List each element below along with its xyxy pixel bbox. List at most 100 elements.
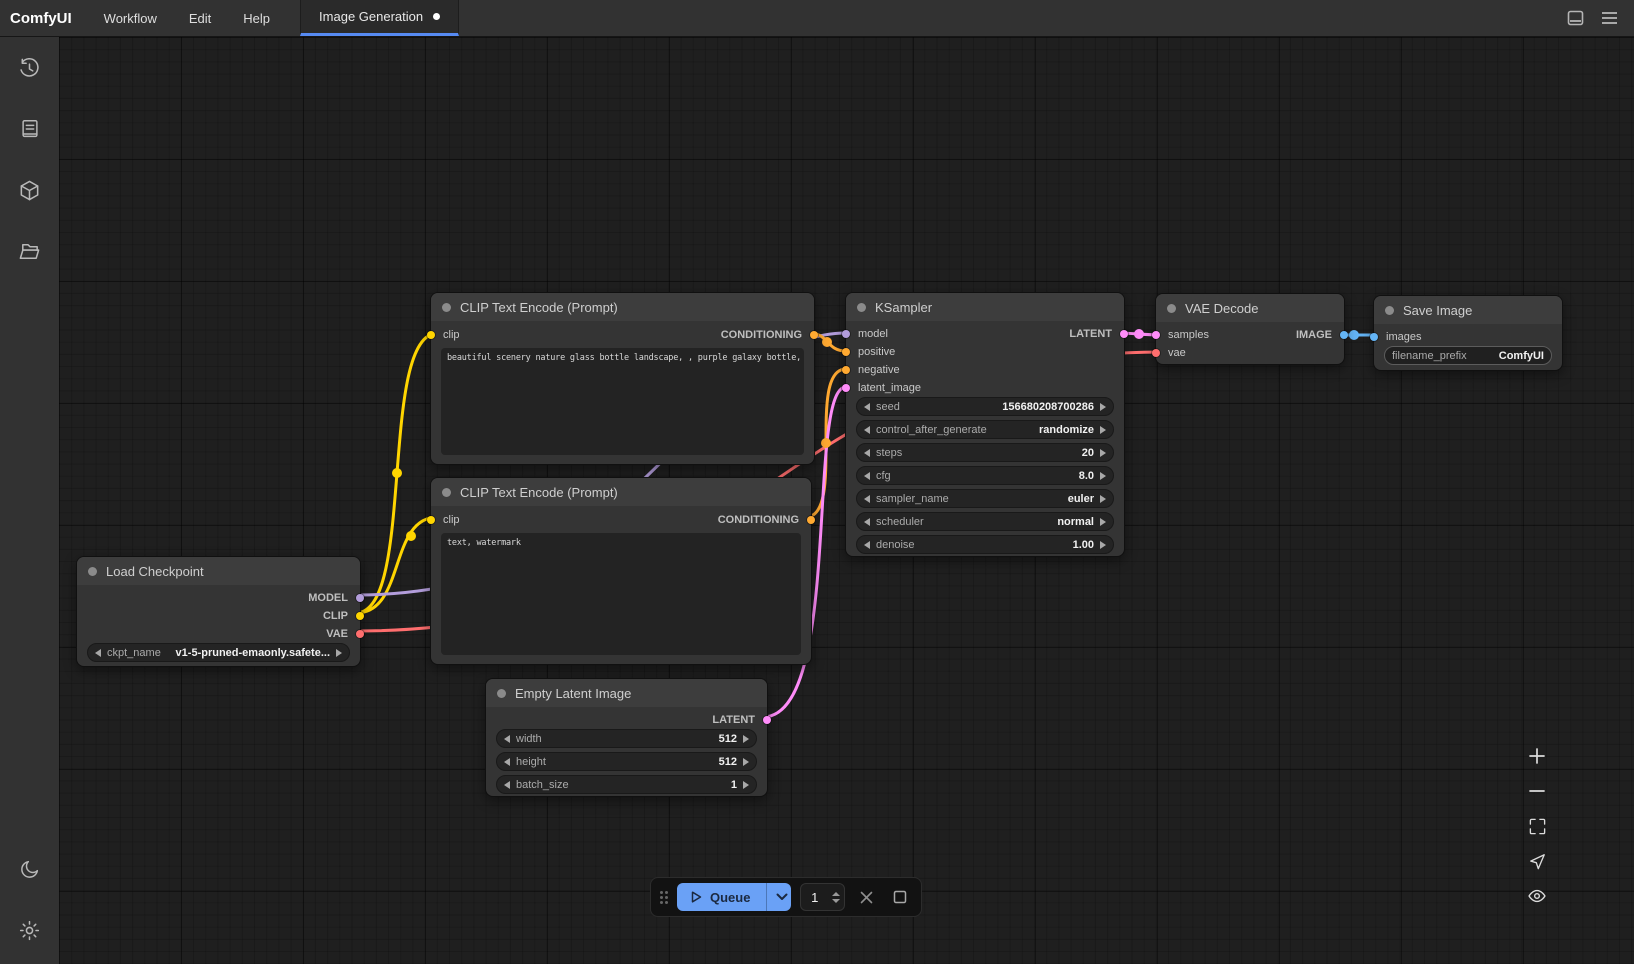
combo-prev-arrow-icon[interactable] xyxy=(95,649,101,657)
bottom-panel-toggle-button[interactable] xyxy=(1558,0,1592,36)
tab-image-generation[interactable]: Image Generation xyxy=(300,0,459,36)
input-port-samples[interactable] xyxy=(1152,331,1160,339)
decrement-arrow-icon[interactable] xyxy=(504,735,510,743)
input-port-model[interactable] xyxy=(842,330,850,338)
increment-arrow-icon[interactable] xyxy=(743,735,749,743)
select-mode-button[interactable] xyxy=(1523,847,1551,875)
combo-next-arrow-icon[interactable] xyxy=(1100,426,1106,434)
app-logo[interactable]: ComfyUI xyxy=(0,0,88,36)
node-clip-text-encode-negative[interactable]: CLIP Text Encode (Prompt) clip CONDITION… xyxy=(430,477,812,665)
widget-filename-prefix[interactable]: filename_prefix ComfyUI xyxy=(1384,346,1552,365)
decrement-arrow-icon[interactable] xyxy=(504,781,510,789)
input-port-images[interactable] xyxy=(1370,333,1378,341)
widget-batch-size[interactable]: batch_size1 xyxy=(496,775,757,794)
increment-arrow-icon[interactable] xyxy=(743,758,749,766)
combo-prev-arrow-icon[interactable] xyxy=(864,495,870,503)
decrement-arrow-icon[interactable] xyxy=(832,899,840,903)
batch-count-spinner[interactable]: 1 xyxy=(800,883,845,911)
output-port-latent[interactable] xyxy=(1120,330,1128,338)
node-header[interactable]: Save Image xyxy=(1374,296,1562,324)
zoom-in-button[interactable] xyxy=(1523,742,1551,770)
node-ksampler[interactable]: KSampler model LATENT positive negative … xyxy=(845,292,1125,557)
menu-workflow[interactable]: Workflow xyxy=(88,0,173,36)
toggle-visibility-button[interactable] xyxy=(1523,882,1551,910)
decrement-arrow-icon[interactable] xyxy=(864,403,870,411)
output-port-clip[interactable] xyxy=(356,612,364,620)
output-port-conditioning[interactable] xyxy=(807,516,815,524)
prompt-textarea[interactable]: text, watermark xyxy=(441,533,801,655)
fit-view-button[interactable] xyxy=(1523,812,1551,840)
stop-button[interactable] xyxy=(887,884,912,910)
increment-arrow-icon[interactable] xyxy=(1100,472,1106,480)
node-header[interactable]: CLIP Text Encode (Prompt) xyxy=(431,478,811,506)
node-load-checkpoint[interactable]: Load Checkpoint MODEL CLIP VAE ckpt_name… xyxy=(76,556,361,667)
increment-arrow-icon[interactable] xyxy=(1100,541,1106,549)
output-port-conditioning[interactable] xyxy=(810,331,818,339)
increment-arrow-icon[interactable] xyxy=(1100,449,1106,457)
widget-height[interactable]: height512 xyxy=(496,752,757,771)
output-port-model[interactable] xyxy=(356,594,364,602)
widget-ckpt-name[interactable]: ckpt_name v1-5-pruned-emaonly.safete... xyxy=(87,643,350,662)
collapse-dot[interactable] xyxy=(1385,306,1394,315)
combo-prev-arrow-icon[interactable] xyxy=(864,426,870,434)
main-menu-button[interactable] xyxy=(1592,0,1626,36)
input-port-clip[interactable] xyxy=(427,516,435,524)
node-clip-text-encode-positive[interactable]: CLIP Text Encode (Prompt) clip CONDITION… xyxy=(430,292,815,465)
collapse-dot[interactable] xyxy=(857,303,866,312)
widget-sampler-name[interactable]: sampler_nameeuler xyxy=(856,489,1114,508)
input-port-positive[interactable] xyxy=(842,348,850,356)
node-header[interactable]: Empty Latent Image xyxy=(486,679,767,707)
collapse-dot[interactable] xyxy=(442,303,451,312)
combo-next-arrow-icon[interactable] xyxy=(1100,495,1106,503)
output-port-latent[interactable] xyxy=(763,716,771,724)
widget-cfg[interactable]: cfg8.0 xyxy=(856,466,1114,485)
sidebar-model-library-button[interactable] xyxy=(10,170,50,210)
menu-edit[interactable]: Edit xyxy=(173,0,227,36)
sidebar-workflows-button[interactable] xyxy=(10,231,50,271)
input-port-vae[interactable] xyxy=(1152,349,1160,357)
node-header[interactable]: VAE Decode xyxy=(1156,294,1344,322)
node-graph-canvas[interactable]: Load Checkpoint MODEL CLIP VAE ckpt_name… xyxy=(59,37,1634,964)
widget-seed[interactable]: seed156680208700286 xyxy=(856,397,1114,416)
node-empty-latent-image[interactable]: Empty Latent Image LATENT width512 heigh… xyxy=(485,678,768,797)
collapse-dot[interactable] xyxy=(88,567,97,576)
input-port-clip[interactable] xyxy=(427,331,435,339)
combo-next-arrow-icon[interactable] xyxy=(336,649,342,657)
collapse-dot[interactable] xyxy=(442,488,451,497)
queue-bar-drag-handle[interactable] xyxy=(660,891,668,904)
node-header[interactable]: Load Checkpoint xyxy=(77,557,360,585)
output-port-image[interactable] xyxy=(1340,331,1348,339)
widget-steps[interactable]: steps20 xyxy=(856,443,1114,462)
input-port-latent-image[interactable] xyxy=(842,384,850,392)
widget-control-after-generate[interactable]: control_after_generaterandomize xyxy=(856,420,1114,439)
increment-arrow-icon[interactable] xyxy=(832,892,840,896)
queue-options-button[interactable] xyxy=(766,883,790,911)
widget-scheduler[interactable]: schedulernormal xyxy=(856,512,1114,531)
decrement-arrow-icon[interactable] xyxy=(504,758,510,766)
sidebar-theme-toggle-button[interactable] xyxy=(10,849,50,889)
widget-denoise[interactable]: denoise1.00 xyxy=(856,535,1114,554)
zoom-out-button[interactable] xyxy=(1523,777,1551,805)
clear-queue-button[interactable] xyxy=(854,884,879,910)
node-vae-decode[interactable]: VAE Decode samples IMAGE vae xyxy=(1155,293,1345,365)
input-port-negative[interactable] xyxy=(842,366,850,374)
prompt-textarea[interactable]: beautiful scenery nature glass bottle la… xyxy=(441,348,804,455)
decrement-arrow-icon[interactable] xyxy=(864,472,870,480)
menu-help[interactable]: Help xyxy=(227,0,286,36)
widget-width[interactable]: width512 xyxy=(496,729,757,748)
output-port-vae[interactable] xyxy=(356,630,364,638)
collapse-dot[interactable] xyxy=(497,689,506,698)
decrement-arrow-icon[interactable] xyxy=(864,541,870,549)
combo-next-arrow-icon[interactable] xyxy=(1100,518,1106,526)
combo-prev-arrow-icon[interactable] xyxy=(864,518,870,526)
sidebar-node-library-button[interactable] xyxy=(10,109,50,149)
sidebar-queue-history-button[interactable] xyxy=(10,48,50,88)
node-save-image[interactable]: Save Image images filename_prefix ComfyU… xyxy=(1373,295,1563,371)
decrement-arrow-icon[interactable] xyxy=(864,449,870,457)
node-header[interactable]: KSampler xyxy=(846,293,1124,321)
collapse-dot[interactable] xyxy=(1167,304,1176,313)
increment-arrow-icon[interactable] xyxy=(1100,403,1106,411)
increment-arrow-icon[interactable] xyxy=(743,781,749,789)
sidebar-settings-button[interactable] xyxy=(10,910,50,950)
node-header[interactable]: CLIP Text Encode (Prompt) xyxy=(431,293,814,321)
